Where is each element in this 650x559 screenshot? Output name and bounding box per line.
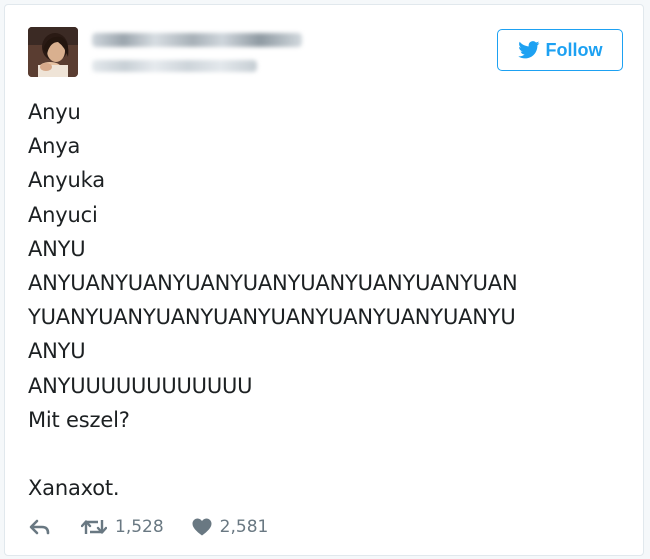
follow-button[interactable]: Follow (497, 29, 623, 71)
tweet-line: Mit eszel? (28, 407, 130, 432)
avatar[interactable] (28, 27, 78, 77)
tweet-line: Anyuci (28, 202, 98, 227)
tweet-line: Anya (28, 134, 81, 159)
retweet-icon (81, 518, 107, 536)
tweet-text: Anyu Anya Anyuka Anyuci ANYU ANYUANYUANY… (28, 95, 628, 505)
reply-button[interactable] (29, 518, 51, 536)
tweet-line: ANYU (28, 236, 86, 261)
tweet-actions: 1,528 2,581 (29, 515, 268, 539)
tweet-line: ANYU (28, 339, 86, 364)
tweet-line: Xanaxot. (28, 476, 120, 501)
twitter-bird-icon (517, 41, 540, 59)
tweet-line: YUANYUANYUANYUANYUANYUANYUANYUANYU (28, 305, 516, 330)
retweet-button[interactable]: 1,528 (81, 517, 164, 537)
retweet-count: 1,528 (115, 517, 164, 537)
like-button[interactable]: 2,581 (192, 517, 269, 537)
blurred-display-name (92, 33, 302, 47)
reply-icon (29, 518, 51, 536)
avatar-photo (28, 27, 78, 77)
follow-label: Follow (545, 39, 603, 60)
tweet-line: Anyuka (28, 168, 105, 193)
heart-icon (192, 518, 212, 536)
blurred-username (92, 60, 257, 72)
like-count: 2,581 (219, 517, 269, 537)
tweet-line: ANYUUUUUUUUUUUU (28, 373, 253, 398)
tweet-line: ANYUANYUANYUANYUANYUANYUANYUANYUAN (28, 270, 518, 295)
tweet-card: Follow Anyu Anya Anyuka Anyuci ANYU ANYU… (4, 4, 644, 556)
tweet-line: Anyu (28, 100, 81, 124)
